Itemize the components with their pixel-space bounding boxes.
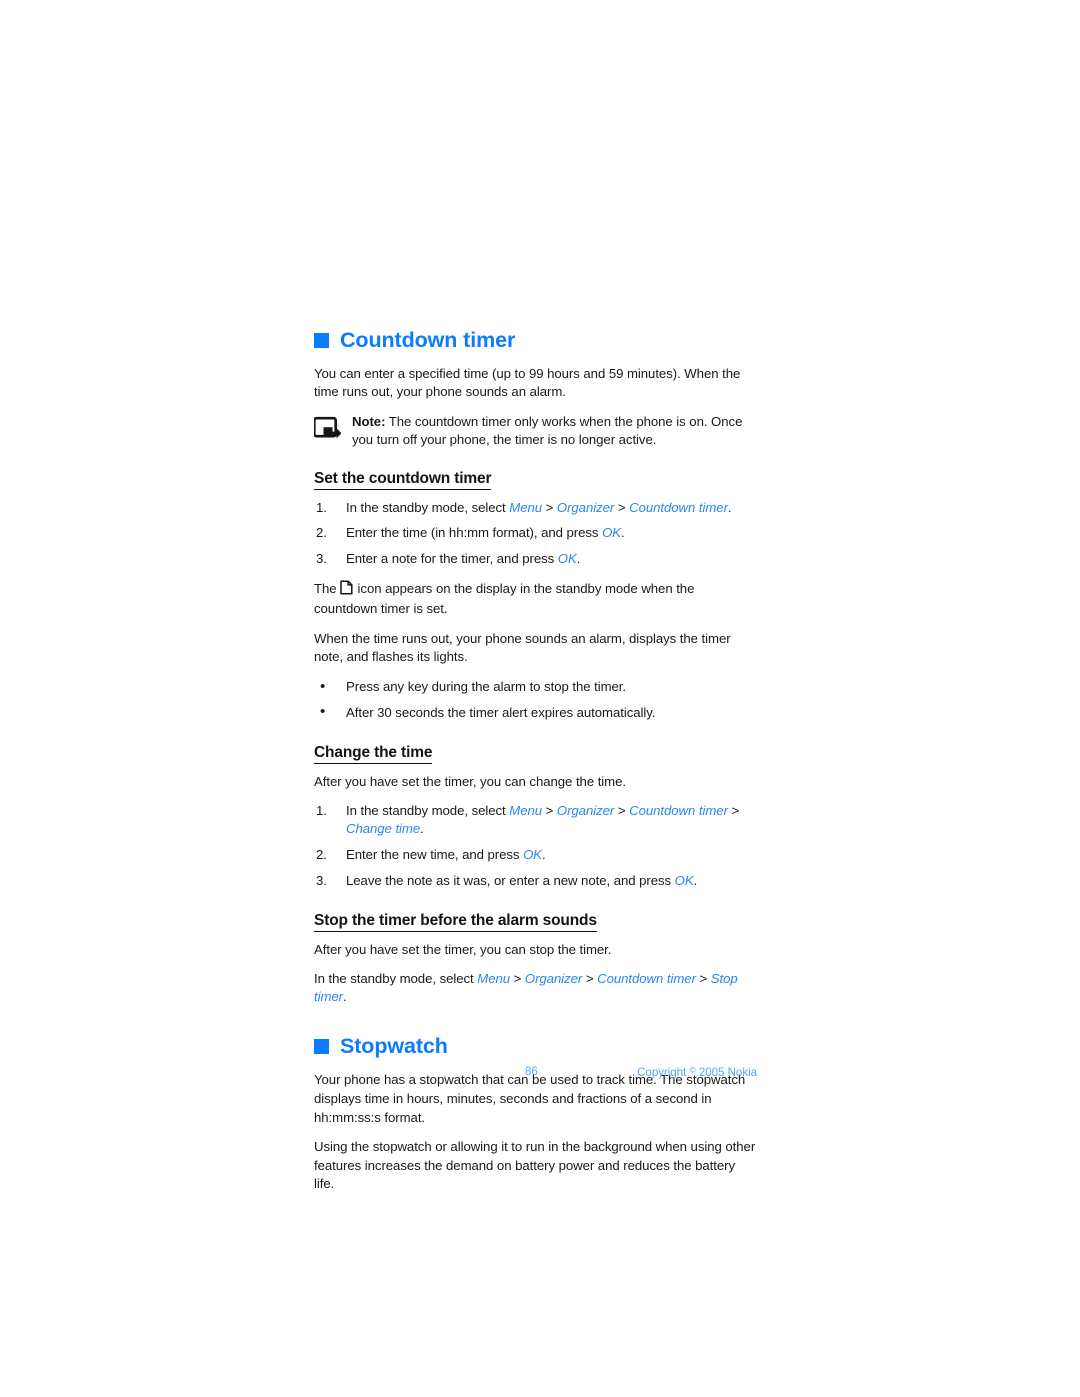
step-number: 1. (316, 802, 327, 818)
list-item: 2. Enter the new time, and press OK. (314, 846, 757, 865)
menu-path-item: Menu (477, 970, 511, 986)
step-text-after: . (420, 821, 424, 837)
chapter-heading-stopwatch: Stopwatch (314, 1033, 757, 1058)
menu-path-item: Menu (509, 499, 543, 515)
step-text-after: . (693, 872, 698, 888)
stop-timer-intro: After you have set the timer, you can st… (314, 942, 612, 958)
step-text-before: Enter a note for the timer, and press (346, 551, 558, 567)
bullet-text: After 30 seconds the timer alert expires… (346, 704, 656, 720)
menu-path-item: OK (602, 525, 622, 541)
bullet-dot-icon: • (320, 677, 326, 695)
subheading-change-the-time-wrap: Change the time (314, 744, 757, 773)
step-number: 3. (316, 872, 327, 888)
bullet-text: Press any key during the alarm to stop t… (346, 679, 626, 695)
countdown-alarm-paragraph: When the time runs out, your phone sound… (314, 630, 731, 665)
note-body: The countdown timer only works when the … (352, 413, 743, 448)
list-item: 1. In the standby mode, select Menu > Org… (316, 802, 740, 837)
path-line-before: In the standby mode, select (314, 970, 478, 986)
step-text-after: . (621, 525, 625, 541)
step-text-after: . (727, 499, 732, 515)
subheading-change-the-time: Change the time (314, 744, 432, 765)
step-text-before: In the standby mode, select (346, 499, 510, 515)
step-text-before: Leave the note as it was, or enter a new… (346, 872, 675, 888)
list-item: 3. Leave the note as it was, or enter a n… (314, 872, 757, 891)
menu-path-item: Countdown timer (629, 499, 728, 515)
note-label: Note: (352, 413, 386, 429)
copyright-notice: Copyright © 2005 Nokia (637, 1065, 757, 1079)
step-text-before: Enter the new time, and press (346, 847, 524, 862)
chapter-title-text: Stopwatch (340, 1033, 448, 1058)
note-arrow-icon (313, 413, 352, 450)
subheading-stop-timer-before-alarm: Stop the timer before the alarm sounds (314, 912, 597, 933)
menu-path-item: Organizer (556, 499, 615, 515)
steps-list-set-countdown-timer: 1. In the standby mode, select Menu > Org… (314, 499, 757, 569)
step-number: 3. (316, 551, 327, 567)
menu-path-item: Change time (346, 821, 421, 837)
menu-path-item: OK (523, 847, 542, 862)
chapter-square-bullet-icon (314, 1039, 329, 1055)
step-number: 2. (316, 525, 327, 541)
subheading-set-countdown-timer: Set the countdown timer (314, 470, 492, 490)
step-number: 2. (316, 847, 327, 862)
subheading-stop-timer-wrap: Stop the timer before the alarm sounds (314, 912, 757, 941)
bullet-dot-icon: • (320, 703, 326, 721)
countdown-icon-paragraph: The icon appears on the display in the st… (314, 580, 757, 619)
change-time-intro: After you have set the timer, you can ch… (314, 774, 626, 790)
menu-path-item: Menu (509, 802, 543, 818)
note-callout: Note: The countdown timer only works whe… (313, 413, 757, 450)
icon-paragraph-before: The (314, 580, 337, 596)
bullet-list-alarm-behavior: • Press any key during the alarm to stop … (314, 678, 757, 722)
copyright-prefix: Copyright (637, 1066, 687, 1079)
countdown-intro-paragraph: You can enter a specified time (up to 99… (314, 365, 741, 400)
chapter-square-bullet-icon (314, 333, 329, 349)
menu-path-item: Organizer (524, 970, 583, 986)
note-text: Note: The countdown timer only works whe… (352, 413, 757, 450)
list-item: • After 30 seconds the timer alert expire… (314, 703, 757, 723)
menu-path-item: Organizer (556, 802, 615, 818)
stop-timer-path-line: In the standby mode, select Menu > Organ… (314, 970, 738, 1005)
steps-list-change-time: 1. In the standby mode, select Menu > Org… (314, 802, 757, 890)
icon-paragraph-after: icon appears on the display in the stand… (314, 580, 695, 617)
list-item: 3. Enter a note for the timer, and press … (314, 550, 757, 569)
list-item: 2. Enter the time (in hh:mm format), and … (314, 524, 757, 543)
copyright-suffix: 2005 Nokia (698, 1066, 757, 1079)
path-line-after: . (343, 989, 347, 1005)
chapter-heading-countdown-timer: Countdown timer (314, 328, 757, 352)
list-item: • Press any key during the alarm to stop … (314, 678, 757, 697)
list-item: 1. In the standby mode, select Menu > Org… (314, 499, 757, 518)
copyright-symbol: © (689, 1065, 696, 1075)
stopwatch-paragraph-1: Your phone has a stopwatch that can be u… (314, 1072, 746, 1125)
menu-path-item: OK (557, 551, 577, 567)
menu-path-item: Countdown timer (629, 802, 728, 818)
step-text-before: In the standby mode, select (346, 802, 510, 818)
step-number: 1. (316, 499, 327, 515)
menu-path-item: OK (674, 872, 694, 888)
step-text-after: . (542, 847, 546, 862)
stopwatch-paragraph-2: Using the stopwatch or allowing it to ru… (314, 1139, 756, 1192)
countdown-timer-display-icon (339, 580, 353, 601)
chapter-title-text: Countdown timer (340, 328, 516, 352)
menu-path-item: Countdown timer (597, 970, 696, 986)
page-number: 86 (525, 1065, 538, 1078)
step-text-after: . (576, 551, 581, 567)
subheading-set-countdown-timer-wrap: Set the countdown timer (314, 470, 757, 499)
step-text-before: Enter the time (in hh:mm format), and pr… (346, 525, 603, 541)
